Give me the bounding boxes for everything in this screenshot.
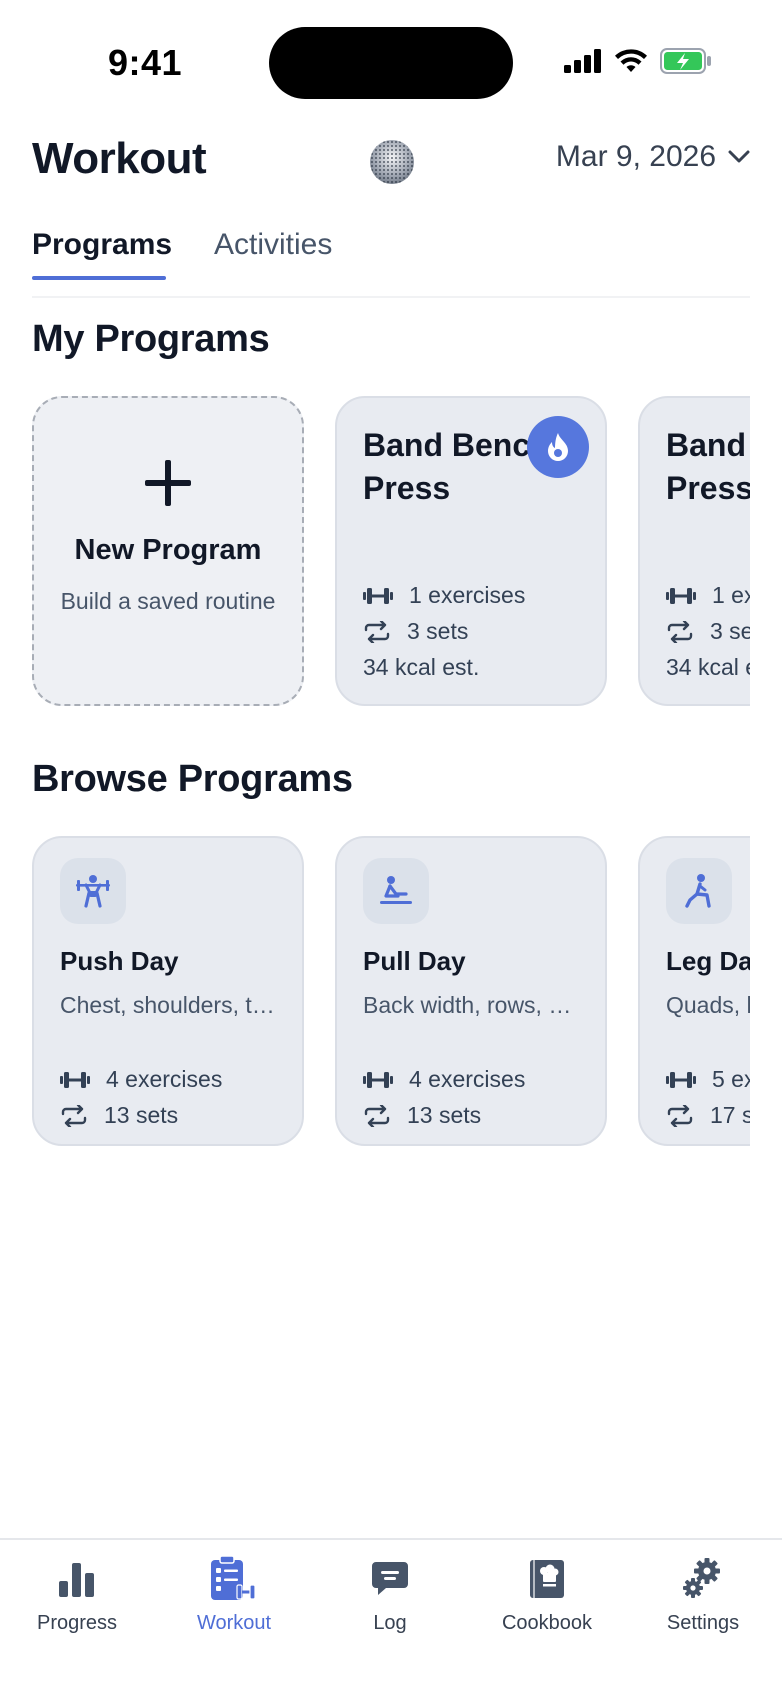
browse-program-description: Quads, hamstrings, glutes [666, 992, 750, 1018]
program-card[interactable]: Band Bench Press 1 exercises 3 sets 34 k… [638, 396, 750, 706]
my-programs-carousel[interactable]: New Program Build a saved routine Band B… [32, 396, 750, 710]
browse-program-card[interactable]: Pull Day Back width, rows, biceps 4 exer… [335, 836, 607, 1146]
repeat-icon [667, 620, 693, 643]
tabbar-label: Cookbook [501, 1612, 593, 1634]
weightlifter-icon [76, 875, 110, 908]
plus-icon [145, 460, 191, 506]
tabbar-label: Progress [36, 1612, 118, 1634]
program-icon-tile [60, 858, 126, 924]
lunge-icon [685, 874, 711, 908]
browse-program-description: Back width, rows, biceps [363, 992, 583, 1018]
kcal-estimate: 34 kcal est. [666, 654, 750, 680]
message-icon [372, 1562, 408, 1595]
my-programs-title: My Programs [32, 318, 270, 360]
repeat-icon [61, 1104, 87, 1127]
date-picker[interactable]: Mar 9, 2026 [556, 140, 750, 174]
chevron-down-icon [728, 150, 750, 163]
avatar[interactable] [370, 140, 414, 184]
flame-icon [548, 433, 568, 461]
exercise-count: 1 exercises [666, 582, 750, 609]
exercise-count: 4 exercises [60, 1066, 222, 1093]
dumbbell-icon [666, 587, 696, 604]
new-program-subtitle: Build a saved routine [60, 588, 276, 614]
wifi-icon [615, 49, 647, 72]
status-bar: 9:41 [0, 0, 782, 110]
repeat-icon [364, 620, 390, 643]
tabbar-label: Log [373, 1612, 407, 1634]
browse-program-title: Leg Day [666, 946, 750, 976]
status-time: 9:41 [108, 42, 183, 83]
program-title: Band Bench Press [666, 427, 750, 506]
battery-charging-icon [660, 48, 711, 74]
browse-program-title: Pull Day [363, 946, 466, 976]
rowing-icon [380, 876, 412, 904]
dumbbell-icon [363, 587, 393, 604]
tabbar-item-cookbook[interactable]: Cookbook [477, 1554, 617, 1635]
tabbar-item-settings[interactable]: Settings [633, 1554, 773, 1635]
bar-chart-icon [59, 1563, 94, 1597]
browse-program-title: Push Day [60, 946, 179, 976]
gears-icon [683, 1558, 720, 1598]
set-count: 13 sets [60, 1102, 178, 1129]
exercise-count: 5 exercises [666, 1066, 750, 1093]
new-program-title: New Program [74, 534, 262, 566]
browse-programs-carousel[interactable]: Push Day Chest, shoulders, triceps 4 exe… [32, 836, 750, 1150]
cellular-signal-icon [564, 49, 601, 73]
clipboard-workout-icon [211, 1555, 256, 1600]
set-count: 13 sets [363, 1102, 481, 1129]
new-program-card[interactable]: New Program Build a saved routine [32, 396, 304, 706]
date-label: Mar 9, 2026 [555, 140, 716, 173]
kcal-estimate: 34 kcal est. [363, 654, 480, 680]
tabbar-item-progress[interactable]: Progress [7, 1554, 147, 1635]
dynamic-island [269, 27, 513, 99]
tabbar-label: Workout [196, 1612, 272, 1634]
repeat-icon [667, 1104, 693, 1127]
browse-programs-title: Browse Programs [32, 758, 353, 800]
fire-badge[interactable] [527, 416, 589, 478]
browse-program-card[interactable]: Leg Day Quads, hamstrings, glutes 5 exer… [638, 836, 750, 1146]
tabbar-item-workout[interactable]: Workout [164, 1554, 304, 1635]
set-count: 3 sets [666, 618, 750, 645]
browse-program-description: Chest, shoulders, triceps [60, 992, 280, 1018]
tabbar-item-log[interactable]: Log [320, 1554, 460, 1635]
tab-active-indicator [32, 276, 166, 280]
browse-program-card[interactable]: Push Day Chest, shoulders, triceps 4 exe… [32, 836, 304, 1146]
tabbar-label: Settings [666, 1612, 740, 1634]
header: Workout Mar 9, 2026 [32, 128, 750, 198]
repeat-icon [364, 1104, 390, 1127]
cookbook-icon [530, 1560, 564, 1598]
program-icon-tile [666, 858, 732, 924]
set-count: 3 sets [363, 618, 468, 645]
dumbbell-icon [60, 1071, 90, 1088]
program-card[interactable]: Band Bench Press 1 exercises 3 sets 34 k… [335, 396, 607, 706]
status-icons [564, 48, 712, 74]
bottom-tab-bar: Progress Workout Log Cookbook Settings [0, 1538, 782, 1700]
program-icon-tile [363, 858, 429, 924]
set-count: 17 sets [666, 1102, 750, 1129]
tab-activities[interactable]: Activities [214, 228, 332, 262]
dumbbell-icon [363, 1071, 393, 1088]
exercise-count: 4 exercises [363, 1066, 525, 1093]
tab-programs[interactable]: Programs [32, 228, 172, 262]
dumbbell-icon [666, 1071, 696, 1088]
page-title: Workout [32, 134, 207, 183]
segment-tabs: Programs Activities [32, 222, 750, 298]
exercise-count: 1 exercises [363, 582, 525, 609]
